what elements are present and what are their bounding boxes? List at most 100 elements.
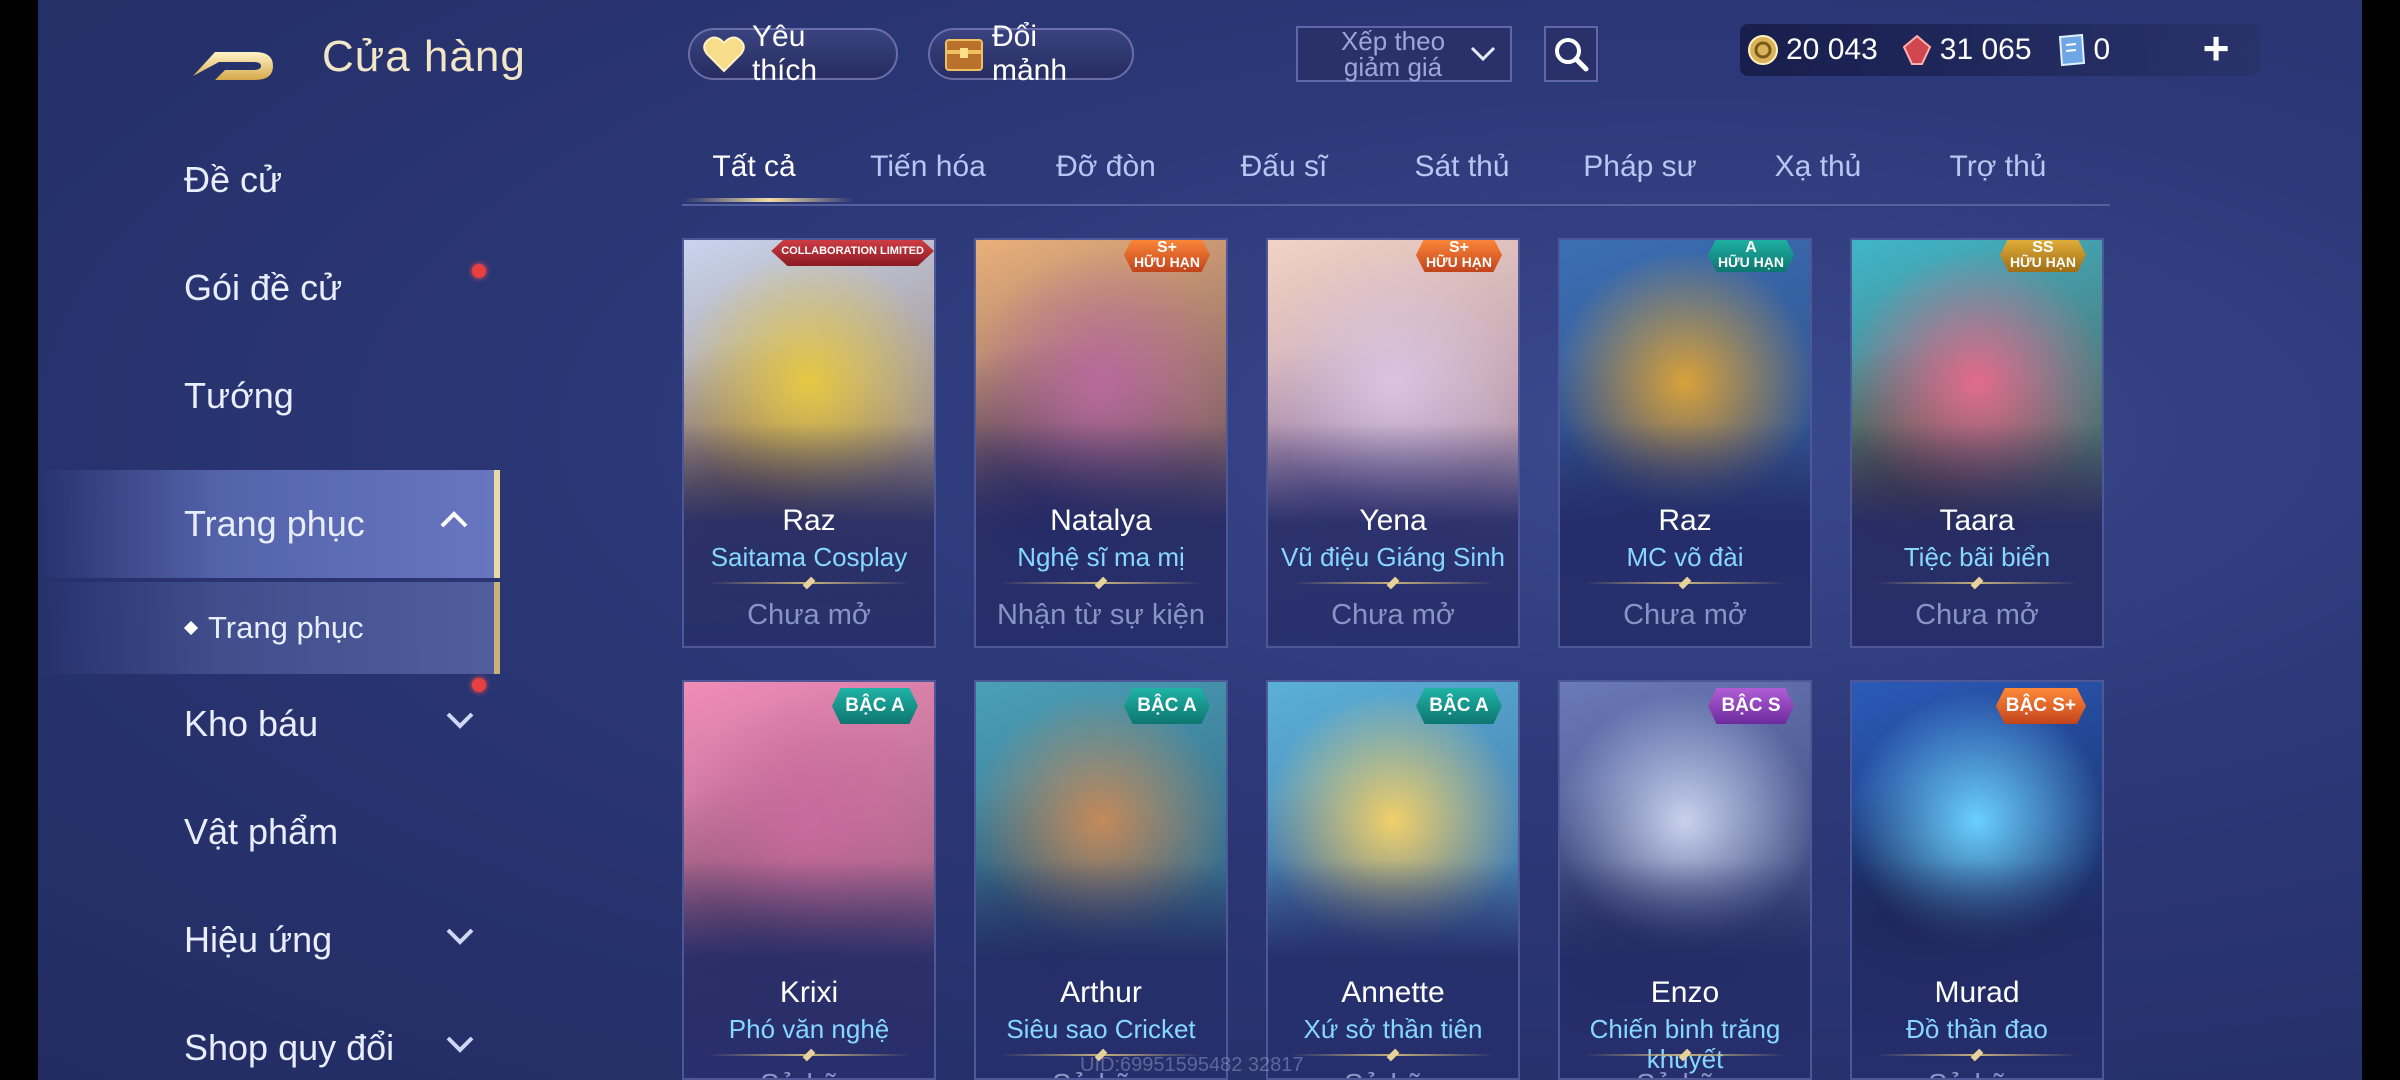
ownership-status: Chưa mở — [747, 599, 871, 631]
tab-mage[interactable]: Pháp sư — [1560, 150, 1720, 184]
hero-name: Arthur — [1060, 976, 1142, 1009]
sidebar-item-recommended-packs[interactable]: Gói đề cử — [38, 234, 500, 342]
ruby-gem-icon — [1900, 33, 1934, 67]
tab-assassin[interactable]: Sát thủ — [1382, 150, 1542, 184]
sidebar-item-label: Trang phục — [208, 610, 364, 645]
tab-fighter[interactable]: Đấu sĩ — [1204, 150, 1364, 184]
rank-badge: COLLABORATION LIMITED — [771, 240, 934, 266]
badge-sub: HỮU HẠN — [2009, 254, 2076, 270]
card-divider — [708, 582, 910, 584]
uid-watermark: UID:69951595482 32817 — [1080, 1054, 1304, 1076]
favorite-label: Yêu thích — [752, 20, 818, 87]
skin-name: Siêu sao Cricket — [1006, 1014, 1196, 1044]
skin-name: MC võ đài — [1626, 542, 1744, 572]
sort-label: Xếp theo giảm giá — [1340, 26, 1446, 82]
skin-card[interactable]: Yena Vũ điệu Giáng Sinh Chưa mở S+ HỮU HẠ… — [1266, 238, 1520, 648]
screen-edge-left — [0, 0, 38, 1080]
badge-rank: SS — [2032, 239, 2054, 256]
sidebar-item-effects[interactable]: Hiệu ứng — [38, 886, 500, 994]
sidebar-item-exchange-shop[interactable]: Shop quy đổi — [38, 994, 500, 1080]
sidebar-item-treasure[interactable]: Kho báu — [38, 670, 500, 778]
card-shade — [1852, 860, 2102, 1078]
diamond-bullet-icon — [183, 620, 199, 636]
limited-rank-badge: A HỮU HẠN — [1707, 239, 1794, 272]
badge-rank: A — [1745, 239, 1757, 256]
rank-badge: BẬC S — [1708, 688, 1794, 724]
sidebar-item-heroes[interactable]: Tướng — [38, 342, 500, 450]
chevron-down-icon — [446, 1036, 474, 1053]
card-divider — [708, 1054, 910, 1056]
tab-support[interactable]: Trợ thủ — [1918, 150, 2078, 184]
card-divider — [1876, 582, 2078, 584]
sidebar-item-recommended[interactable]: Đề cử — [38, 126, 500, 234]
card-divider — [1584, 1054, 1786, 1056]
skin-name: Đồ thần đao — [1906, 1014, 2048, 1044]
card-divider — [1000, 582, 1202, 584]
hero-name: Natalya — [1050, 504, 1152, 537]
shop-screen: Cửa hàng Yêu thích Đổi mảnh Xếp theo giả… — [0, 0, 2400, 1080]
card-shade — [976, 860, 1226, 1078]
treasure-chest-icon — [942, 34, 986, 74]
search-button[interactable] — [1544, 26, 1598, 82]
screen-edge-right — [2362, 0, 2400, 1080]
gold-currency: 20 043 — [1746, 33, 1878, 67]
sidebar-item-label: Hiệu ứng — [184, 919, 333, 960]
skin-card[interactable]: Raz Saitama Cosplay Chưa mở COLLABORATIO… — [682, 238, 936, 648]
back-arrow-icon — [193, 52, 273, 80]
skin-name: Nghệ sĩ ma mị — [1017, 542, 1185, 572]
sort-dropdown[interactable]: Xếp theo giảm giá — [1296, 26, 1512, 82]
voucher-currency: 0 — [2054, 33, 2111, 67]
sidebar-item-label: Gói đề cử — [184, 267, 343, 308]
skin-card[interactable]: Krixi Phó văn nghệ Sở hữu BẬC A — [682, 680, 936, 1080]
skin-card[interactable]: Murad Đồ thần đao Sở hữu BẬC S+ — [1850, 680, 2104, 1080]
chevron-down-icon — [1470, 46, 1496, 62]
limited-rank-badge: S+ HỮU HẠN — [1123, 240, 1210, 272]
notification-dot — [472, 264, 486, 278]
skin-card[interactable]: Enzo Chiến binh trăng khuyết Sở hữu BẬC … — [1558, 680, 1812, 1080]
badge-sub: HỮU HẠN — [1133, 254, 1200, 270]
voucher-icon — [2054, 33, 2088, 67]
voucher-amount: 0 — [2093, 33, 2111, 66]
ownership-status: Sở hữu — [1268, 1070, 1518, 1078]
skin-card[interactable]: Raz MC võ đài Chưa mở A HỮU HẠN — [1558, 238, 1812, 648]
skin-card[interactable]: Taara Tiệc bãi biển Chưa mở SS HỮU HẠN — [1850, 238, 2104, 648]
skin-name: Tiệc bãi biển — [1903, 542, 2051, 572]
tab-marksman[interactable]: Xạ thủ — [1738, 150, 1898, 184]
page-title: Cửa hàng — [322, 32, 526, 81]
sidebar-item-items[interactable]: Vật phẩm — [38, 778, 500, 886]
search-icon — [1555, 38, 1589, 72]
favorite-button[interactable]: Yêu thích — [688, 20, 898, 87]
chevron-up-icon — [440, 511, 468, 528]
ownership-status: Nhận từ sự kiện — [996, 599, 1206, 631]
limited-rank-badge: SS HỮU HẠN — [1999, 239, 2086, 272]
hero-name: Raz — [782, 504, 836, 537]
ownership-status: Sở hữu — [1560, 1070, 1810, 1078]
skin-name: Chiến binh trăng khuyết — [1589, 1014, 1781, 1074]
card-divider — [1292, 1054, 1494, 1056]
card-divider — [1292, 582, 1494, 584]
add-currency-button[interactable]: + — [2196, 25, 2236, 71]
skin-card[interactable]: Arthur Siêu sao Cricket Sở hữu BẬC A — [974, 680, 1228, 1080]
exchange-fragments-button[interactable]: Đổi mảnh — [928, 20, 1134, 87]
rank-badge: BẬC A — [1124, 688, 1210, 724]
sidebar-subitem-skins[interactable]: Trang phục — [38, 582, 500, 674]
limited-rank-badge: S+ HỮU HẠN — [1415, 240, 1502, 272]
card-divider — [1584, 582, 1786, 584]
tab-tank[interactable]: Đỡ đòn — [1026, 150, 1186, 184]
tab-all[interactable]: Tất cả — [674, 150, 834, 184]
sidebar-item-skins[interactable]: Trang phục — [38, 470, 500, 578]
skin-name: Saitama Cosplay — [710, 542, 908, 572]
ruby-amount: 31 065 — [1939, 33, 2032, 66]
exchange-label: Đổi mảnh — [992, 20, 1068, 87]
skin-card[interactable]: Natalya Nghệ sĩ ma mị Nhận từ sự kiện S+… — [974, 238, 1228, 648]
card-shade — [684, 860, 934, 1078]
back-button[interactable] — [185, 30, 280, 90]
skin-card[interactable]: Annette Xứ sở thần tiên Sở hữu BẬC A — [1266, 680, 1520, 1080]
category-tabs: Tất cả Tiến hóa Đỡ đòn Đấu sĩ Sát thủ Ph… — [682, 140, 2110, 206]
badge-sub: HỮU HẠN — [1425, 254, 1492, 270]
ownership-status: Sở hữu — [684, 1070, 934, 1078]
heart-icon — [702, 34, 746, 74]
gold-coin-icon — [1746, 33, 1780, 67]
ownership-status: Chưa mở — [1331, 599, 1455, 631]
tab-evolution[interactable]: Tiến hóa — [848, 150, 1008, 184]
